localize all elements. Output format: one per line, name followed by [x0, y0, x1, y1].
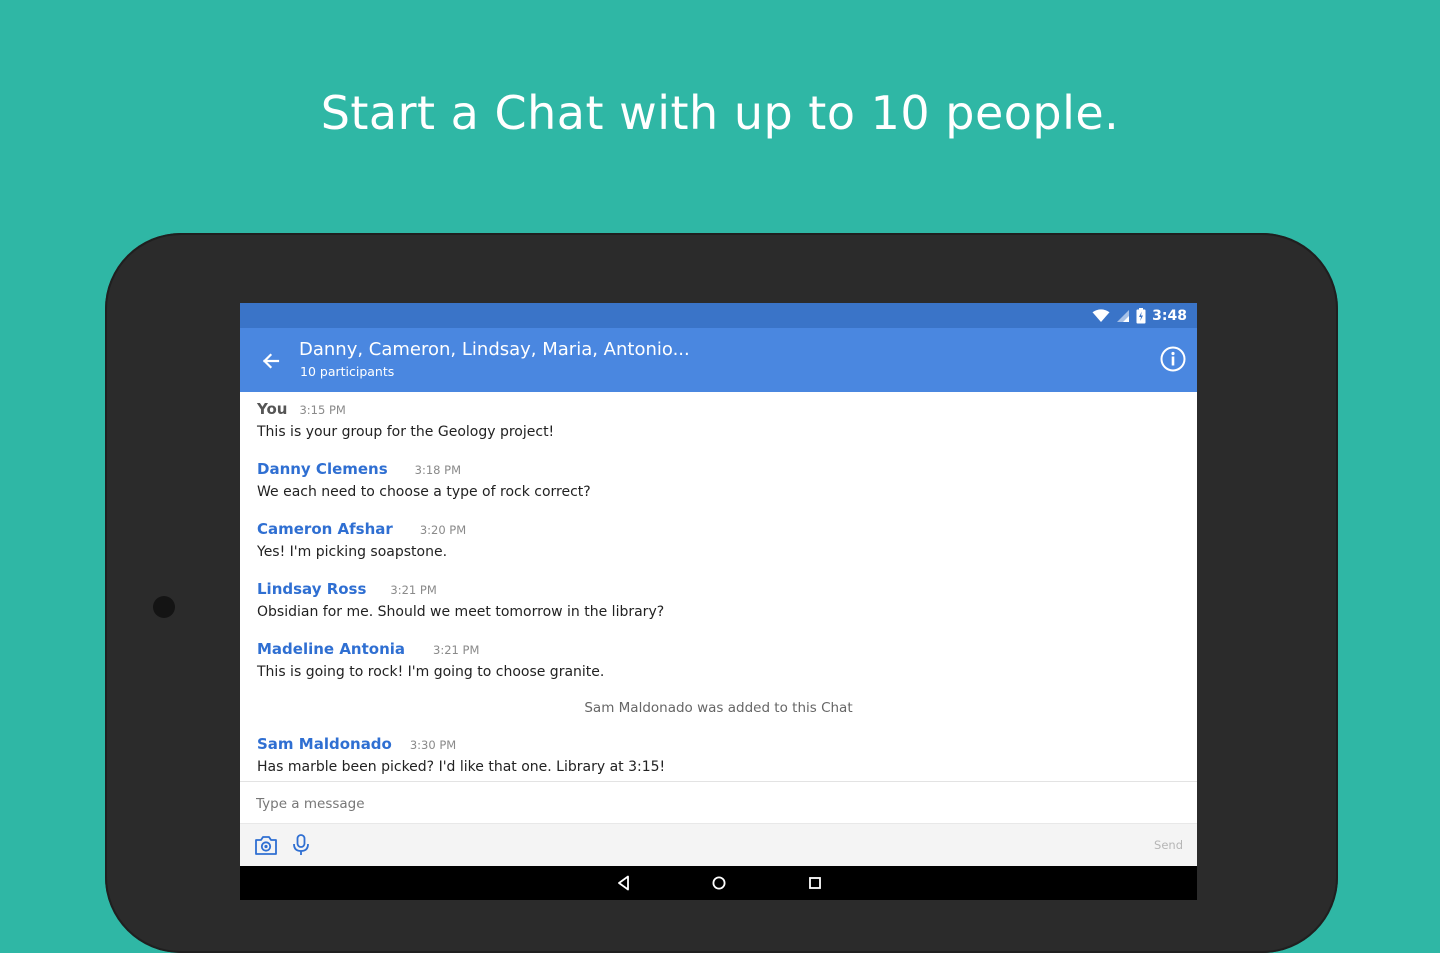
message-time: 3:30 PM	[409, 738, 457, 752]
message-item: Lindsay Ross 3:21 PM Obsidian for me. Sh…	[257, 580, 664, 620]
message-item: Danny Clemens 3:18 PM We each need to ch…	[257, 460, 591, 500]
camera-button[interactable]	[254, 834, 280, 858]
sender-name[interactable]: Cameron Afshar	[257, 520, 393, 538]
device-screen: 3:48 Danny, Cameron, Lindsay, Maria, Ant…	[240, 303, 1197, 900]
nav-recents-button[interactable]	[806, 874, 824, 892]
sender-name[interactable]: Madeline Antonia	[257, 640, 405, 658]
composer-toolbar: Send	[240, 823, 1197, 867]
composer	[240, 781, 1197, 824]
message-time: 3:21 PM	[433, 643, 480, 657]
battery-icon	[1136, 308, 1146, 324]
front-camera	[153, 596, 175, 618]
promo-headline: Start a Chat with up to 10 people.	[320, 86, 1120, 140]
wifi-icon	[1092, 309, 1110, 322]
signal-icon	[1117, 310, 1130, 322]
arrow-left-icon	[262, 353, 280, 369]
message-input[interactable]	[254, 788, 1138, 820]
home-circle-icon	[712, 876, 726, 890]
message-item: Sam Maldonado 3:30 PM Has marble been pi…	[257, 735, 665, 775]
message-time: 3:15 PM	[299, 403, 346, 417]
status-bar: 3:48	[240, 303, 1197, 328]
system-nav-bar	[240, 866, 1197, 900]
sender-name[interactable]: Danny Clemens	[257, 460, 388, 478]
microphone-button[interactable]	[292, 834, 318, 858]
sender-name[interactable]: Lindsay Ross	[257, 580, 366, 598]
status-time: 3:48	[1152, 308, 1187, 324]
nav-home-button[interactable]	[710, 874, 728, 892]
message-text: Obsidian for me. Should we meet tomorrow…	[257, 604, 665, 620]
app-bar: Danny, Cameron, Lindsay, Maria, Antonio.…	[240, 328, 1197, 392]
message-text: This is going to rock! I'm going to choo…	[257, 664, 605, 680]
message-text: Yes! I'm picking soapstone.	[257, 544, 448, 560]
sender-name[interactable]: Sam Maldonado	[257, 735, 392, 753]
message-list[interactable]: You 3:15 PM This is your group for the G…	[240, 392, 1197, 781]
participant-count: 10 participants	[300, 364, 395, 379]
message-time: 3:21 PM	[390, 583, 437, 597]
message-item: You 3:15 PM This is your group for the G…	[257, 400, 554, 440]
message-item: Cameron Afshar 3:20 PM Yes! I'm picking …	[257, 520, 466, 560]
sender-name[interactable]: You	[257, 400, 287, 418]
info-button[interactable]	[1159, 345, 1187, 373]
recents-square-icon	[809, 877, 821, 889]
message-text: We each need to choose a type of rock co…	[257, 484, 591, 500]
camera-icon	[255, 836, 277, 855]
nav-back-button[interactable]	[615, 874, 633, 892]
message-time: 3:20 PM	[419, 523, 467, 537]
chat-title: Danny, Cameron, Lindsay, Maria, Antonio.…	[299, 339, 690, 360]
message-text: This is your group for the Geology proje…	[257, 424, 555, 440]
message-item: Madeline Antonia 3:21 PM This is going t…	[257, 640, 604, 680]
message-text: Has marble been picked? I'd like that on…	[257, 759, 666, 775]
message-time: 3:18 PM	[414, 463, 462, 477]
microphone-icon	[293, 834, 309, 855]
info-icon	[1160, 346, 1186, 372]
send-button[interactable]: Send	[1154, 838, 1183, 852]
back-triangle-icon	[618, 875, 629, 891]
system-message: Sam Maldonado was added to this Chat	[584, 700, 853, 716]
back-button[interactable]	[256, 346, 286, 376]
